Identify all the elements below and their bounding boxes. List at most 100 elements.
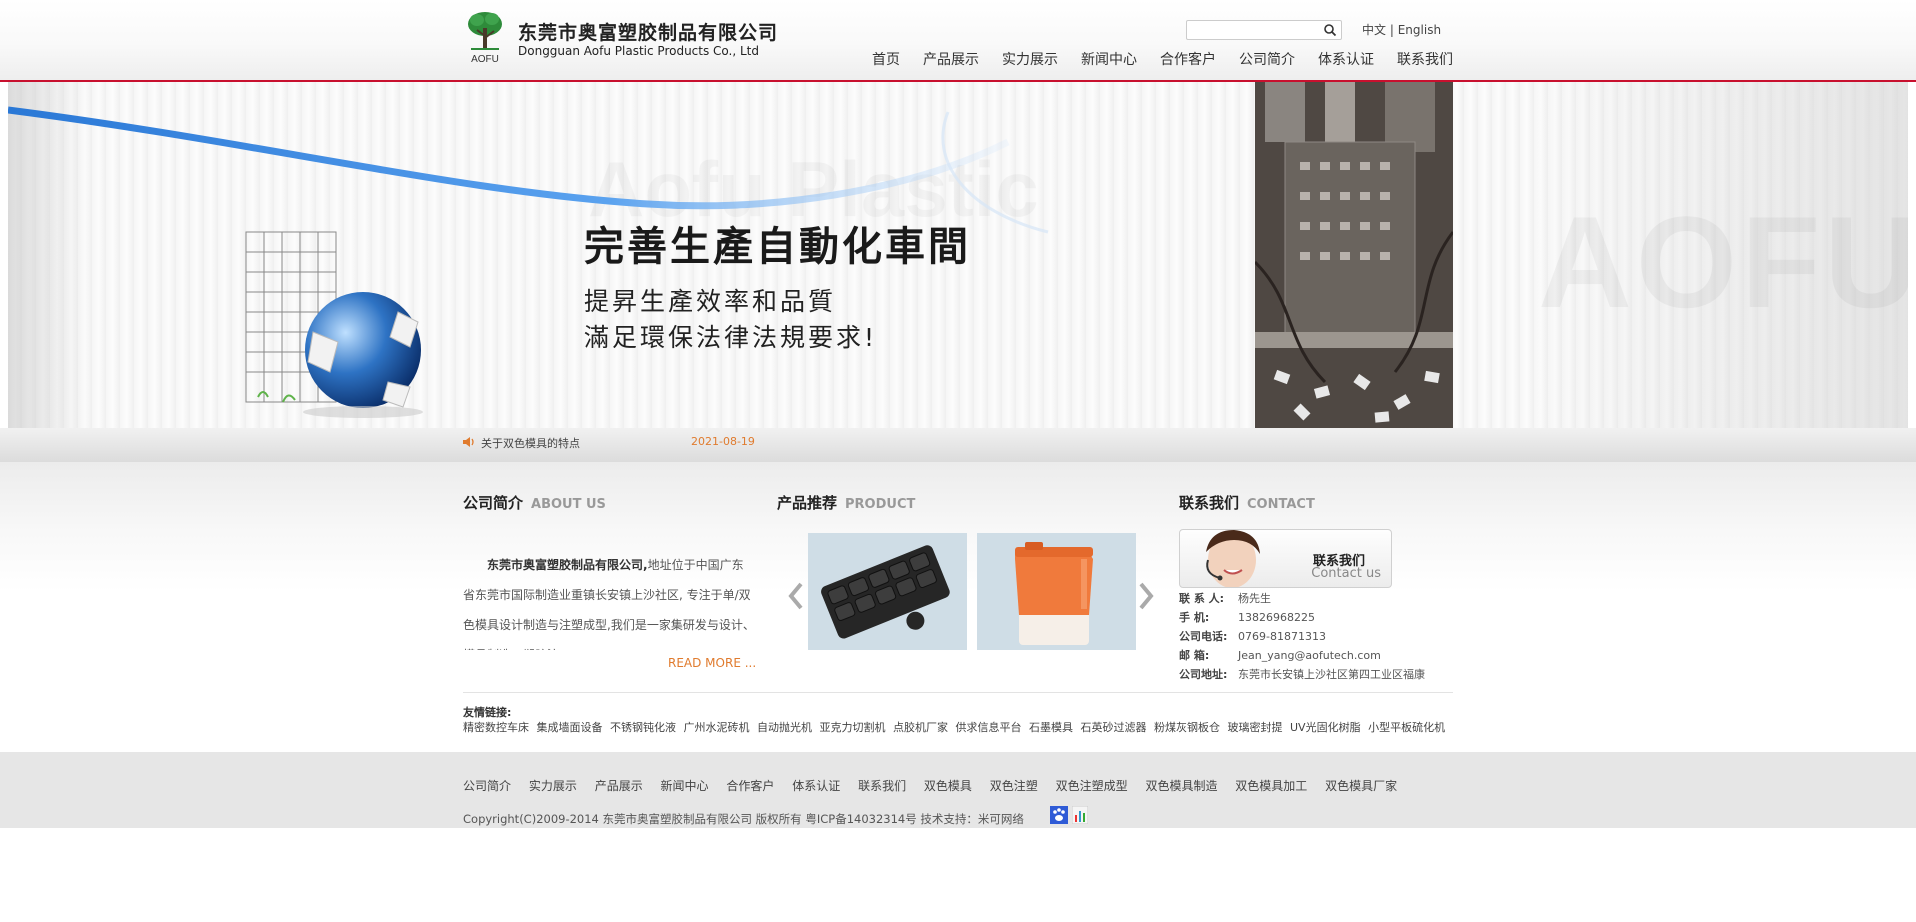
footer-link[interactable]: 新闻中心 — [661, 779, 709, 793]
friend-link[interactable]: 供求信息平台 — [956, 721, 1022, 734]
company-name-en: Dongguan Aofu Plastic Products Co., Ltd — [518, 44, 760, 58]
footer-link[interactable]: 双色模具制造 — [1145, 779, 1217, 793]
nav-certification[interactable]: 体系认证 — [1318, 49, 1374, 69]
news-headline-link[interactable]: 关于双色模具的特点 — [481, 435, 580, 451]
contact-label: 手 机: — [1179, 611, 1210, 624]
footer-badges — [1050, 806, 1088, 824]
friend-link[interactable]: 点胶机厂家 — [893, 721, 948, 734]
contact-value: Jean_yang@aofutech.com — [1238, 649, 1381, 662]
friend-link[interactable]: 不锈钢钝化液 — [610, 721, 676, 734]
baidu-paw-icon[interactable] — [1050, 806, 1068, 824]
friend-links-label: 友情链接: — [463, 706, 512, 719]
about-company-name: 东莞市奥富塑胶制品有限公司, — [487, 558, 648, 572]
nav-strength[interactable]: 实力展示 — [1002, 49, 1058, 69]
about-section-title: 公司简介 ABOUT US — [463, 492, 606, 513]
footer-link[interactable]: 实力展示 — [529, 779, 577, 793]
product-card-rubber-keypad[interactable] — [808, 533, 967, 650]
copyright-text: Copyright(C)2009-2014 东莞市奥富塑胶制品有限公司 版权所有… — [463, 812, 1024, 826]
friend-link[interactable]: 粉煤灰钢板仓 — [1154, 721, 1220, 734]
product-image-container — [977, 533, 1136, 650]
contact-value: 东莞市长安镇上沙社区第四工业区福康 — [1238, 668, 1425, 681]
lang-en-link[interactable]: English — [1398, 23, 1441, 37]
svg-text:AOFU: AOFU — [471, 54, 499, 65]
search-input[interactable] — [1187, 23, 1319, 42]
nav-news[interactable]: 新闻中心 — [1081, 49, 1137, 69]
about-title-en: ABOUT US — [531, 497, 606, 512]
statistics-icon[interactable] — [1072, 806, 1088, 824]
friend-link[interactable]: 小型平板硫化机 — [1368, 721, 1445, 734]
nav-clients[interactable]: 合作客户 — [1160, 49, 1216, 69]
footer-link[interactable]: 体系认证 — [792, 779, 840, 793]
search-icon[interactable] — [1323, 23, 1337, 37]
about-read-more-link[interactable]: READ MORE ... — [668, 656, 756, 670]
speaker-icon — [463, 437, 474, 447]
contact-label: 联 系 人: — [1179, 592, 1225, 605]
nav-contact[interactable]: 联系我们 — [1397, 49, 1453, 69]
banner-subline-1: 提昇生產效率和品質 — [584, 287, 837, 316]
search-box — [1186, 20, 1342, 42]
contact-value: 13826968225 — [1238, 611, 1315, 624]
section-divider — [463, 692, 1453, 693]
footer-nav: 公司简介 实力展示 产品展示 新闻中心 合作客户 体系认证 联系我们 双色模具 … — [463, 777, 1411, 794]
contact-us-button[interactable]: 联系我们 Contact us — [1179, 529, 1392, 588]
footer-link[interactable]: 双色模具厂家 — [1325, 779, 1397, 793]
contact-title-cn: 联系我们 — [1179, 494, 1240, 512]
footer-link[interactable]: 双色模具加工 — [1235, 779, 1307, 793]
hero-banner[interactable]: Aofu Plastic AOFU — [8, 82, 1908, 428]
contact-details: 联 系 人: 杨先生 手 机: 13826968225 公司电话: 0769-8187… — [1179, 589, 1425, 684]
customer-service-avatar-icon — [1206, 530, 1260, 587]
friend-link[interactable]: 自动抛光机 — [757, 721, 812, 734]
factory-machine-photo — [1255, 82, 1453, 428]
contact-row-person: 联 系 人: 杨先生 — [1179, 589, 1425, 608]
banner-subline-2: 滿足環保法律法規要求! — [584, 323, 878, 352]
chevron-right-icon[interactable] — [1136, 580, 1156, 612]
footer-link[interactable]: 公司简介 — [463, 779, 511, 793]
product-section-title: 产品推荐 PRODUCT — [777, 492, 915, 513]
contact-row-address: 公司地址: 东莞市长安镇上沙社区第四工业区福康 — [1179, 665, 1425, 684]
friend-link[interactable]: 石英砂过滤器 — [1081, 721, 1147, 734]
language-switch: 中文 | English — [1362, 21, 1441, 38]
contact-label: 公司地址: — [1179, 668, 1228, 681]
contact-title-en: CONTACT — [1247, 497, 1315, 512]
about-title-cn: 公司简介 — [463, 494, 524, 512]
logo-tree-icon[interactable]: AOFU — [465, 10, 505, 66]
friend-link[interactable]: 精密数控车床 — [463, 721, 529, 734]
footer-link[interactable]: 双色注塑 — [990, 779, 1038, 793]
friend-link[interactable]: 集成墙面设备 — [537, 721, 603, 734]
contact-button-label-en: Contact us — [1311, 566, 1381, 581]
nav-home[interactable]: 首页 — [872, 49, 900, 69]
friend-link[interactable]: 广州水泥砖机 — [684, 721, 750, 734]
nav-about[interactable]: 公司简介 — [1239, 49, 1295, 69]
footer-link[interactable]: 双色注塑成型 — [1056, 779, 1128, 793]
footer-link[interactable]: 双色模具 — [924, 779, 972, 793]
contact-row-phone: 公司电话: 0769-81871313 — [1179, 627, 1425, 646]
news-date: 2021-08-19 — [691, 435, 755, 448]
contact-value: 0769-81871313 — [1238, 630, 1326, 643]
nav-products[interactable]: 产品展示 — [923, 49, 979, 69]
product-card-orange-container[interactable] — [977, 533, 1136, 650]
contact-label: 邮 箱: — [1179, 649, 1210, 662]
globe-puzzle-graphic — [245, 231, 423, 418]
site-header — [0, 0, 1916, 82]
friend-links-list: 精密数控车床 集成墙面设备 不锈钢钝化液 广州水泥砖机 自动抛光机 亚克力切割机… — [463, 719, 1458, 736]
lang-separator: | — [1389, 23, 1394, 37]
product-image-keypad — [808, 533, 967, 650]
product-title-cn: 产品推荐 — [777, 494, 838, 512]
lang-cn-link[interactable]: 中文 — [1362, 23, 1386, 37]
news-ticker-bar — [0, 428, 1916, 462]
main-nav: 首页 产品展示 实力展示 新闻中心 合作客户 公司简介 体系认证 联系我们 — [849, 49, 1453, 69]
footer-link[interactable]: 联系我们 — [858, 779, 906, 793]
product-title-en: PRODUCT — [845, 497, 916, 512]
friend-link[interactable]: 玻璃密封提 — [1228, 721, 1283, 734]
footer-link[interactable]: 合作客户 — [726, 779, 774, 793]
friend-link[interactable]: UV光固化树脂 — [1290, 721, 1361, 734]
friend-link[interactable]: 石墨模具 — [1029, 721, 1073, 734]
footer-link[interactable]: 产品展示 — [595, 779, 643, 793]
company-name-cn: 东莞市奥富塑胶制品有限公司 — [518, 22, 779, 44]
banner-headline: 完善生產自動化車間 — [584, 223, 971, 270]
contact-value: 杨先生 — [1238, 592, 1271, 605]
banner-watermark-brand: AOFU — [1538, 187, 1908, 337]
chevron-left-icon[interactable] — [786, 580, 806, 612]
about-paragraph: 东莞市奥富塑胶制品有限公司,地址位于中国广东省东莞市国际制造业重镇长安镇上沙社区… — [463, 550, 755, 650]
friend-link[interactable]: 亚克力切割机 — [820, 721, 886, 734]
